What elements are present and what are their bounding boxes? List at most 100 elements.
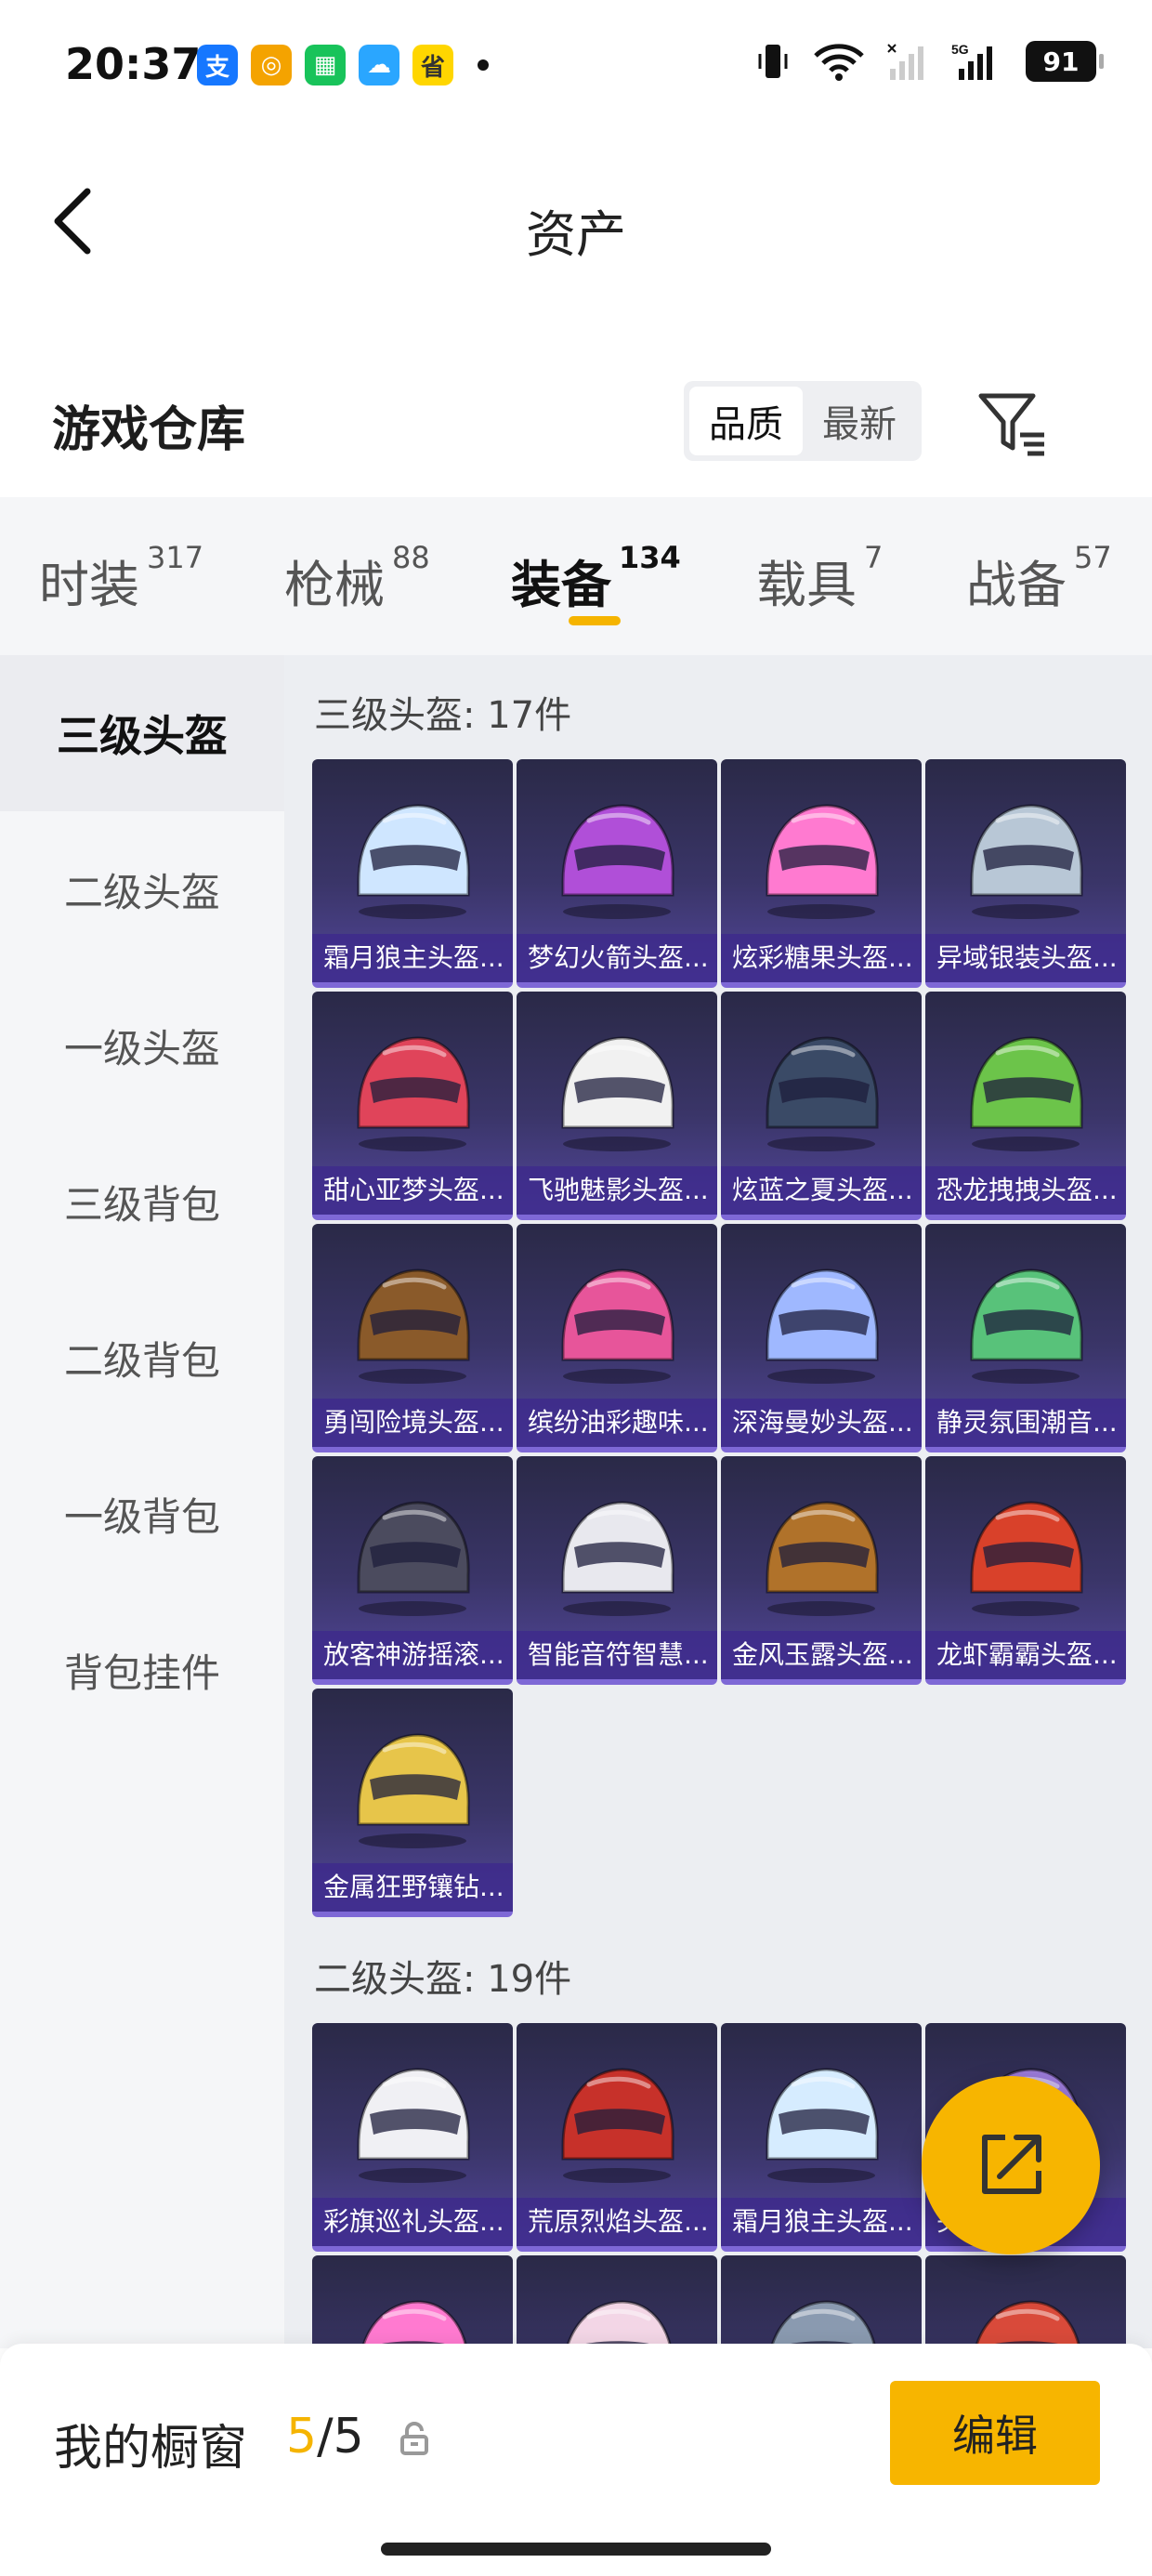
status-bar: 20:37 支 ◎ ▦ ☁ 省 5G 91 — [0, 0, 1152, 139]
item-name: 龙虾霸霸头盔... — [925, 1631, 1126, 1679]
item-card[interactable]: 炫蓝之夏头盔... — [721, 992, 922, 1220]
helmet-icon — [951, 1025, 1100, 1155]
item-card[interactable]: 恐龙拽拽头盔... — [925, 992, 1126, 1220]
item-card[interactable]: 甜心亚梦头盔... — [312, 992, 513, 1220]
item-card[interactable] — [925, 2255, 1126, 2348]
item-card[interactable] — [517, 2255, 717, 2348]
helmet-icon — [747, 1025, 896, 1155]
item-name: 静灵氛围潮音... — [925, 1399, 1126, 1447]
sidebar-item[interactable]: 背包挂件 — [0, 1592, 284, 1748]
item-name: 勇闯险境头盔... — [312, 1399, 513, 1447]
item-card[interactable] — [721, 2255, 922, 2348]
helmet-icon — [747, 1490, 896, 1620]
item-card[interactable]: 霜月狼主头盔... — [312, 759, 513, 988]
item-name: 霜月狼主头盔... — [721, 2198, 922, 2246]
showcase-count: 5/5 — [286, 2409, 364, 2464]
status-app-icons: 支 ◎ ▦ ☁ 省 — [197, 45, 489, 85]
tab-fashion[interactable]: 时装 317 — [39, 540, 203, 617]
item-card[interactable]: 放客神游摇滚... — [312, 1456, 513, 1685]
helmet-icon — [747, 793, 896, 923]
item-card[interactable]: 深海曼妙头盔... — [721, 1224, 922, 1452]
item-name: 缤纷油彩趣味... — [517, 1399, 717, 1447]
helmet-icon — [338, 1722, 487, 1852]
helmet-icon — [338, 793, 487, 923]
tab-gear[interactable]: 战备 57 — [966, 540, 1112, 617]
vibrate-icon — [758, 45, 788, 78]
helmet-icon — [543, 1257, 691, 1387]
tab-vehicles[interactable]: 载具 7 — [756, 540, 883, 617]
sidebar-item[interactable]: 三级头盔 — [0, 655, 284, 811]
lock-icon — [400, 2422, 428, 2455]
grid-app-icon: ▦ — [305, 45, 346, 85]
item-card[interactable]: 彩旗巡礼头盔... — [312, 2023, 513, 2252]
helmet-icon — [338, 1257, 487, 1387]
home-indicator — [381, 2543, 771, 2556]
item-card[interactable] — [312, 2255, 513, 2348]
helmet-icon — [338, 1025, 487, 1155]
item-card[interactable]: 金风玉露头盔... — [721, 1456, 922, 1685]
item-card[interactable]: 金属狂野镶钻... — [312, 1689, 513, 1917]
share-button[interactable] — [922, 2076, 1100, 2254]
item-name: 霜月狼主头盔... — [312, 934, 513, 982]
alipay-icon: 支 — [197, 45, 238, 85]
signal-5g-icon: 5G — [951, 42, 992, 80]
coupon-app-icon: 省 — [412, 45, 453, 85]
music-app-icon: ◎ — [251, 45, 292, 85]
svg-text:5G: 5G — [951, 42, 969, 57]
page-title: 资产 — [526, 205, 626, 264]
sidebar-item[interactable]: 三级背包 — [0, 1124, 284, 1280]
sidebar-item[interactable]: 二级头盔 — [0, 811, 284, 967]
sort-quality[interactable]: 品质 — [689, 387, 803, 455]
filter-icon[interactable] — [975, 387, 1050, 461]
item-card[interactable]: 荒原烈焰头盔... — [517, 2023, 717, 2252]
item-name: 异域银装头盔... — [925, 934, 1126, 982]
item-name: 梦幻火箭头盔... — [517, 934, 717, 982]
item-name: 放客神游摇滚... — [312, 1631, 513, 1679]
item-card[interactable]: 霜月狼主头盔... — [721, 2023, 922, 2252]
wifi-icon — [814, 44, 864, 81]
tab-guns[interactable]: 枪械 88 — [284, 540, 430, 617]
helmet-icon — [747, 2289, 896, 2348]
active-tab-indicator — [569, 616, 621, 625]
more-notifications-dot — [478, 59, 489, 71]
item-card[interactable]: 梦幻火箭头盔... — [517, 759, 717, 988]
item-card[interactable]: 炫彩糖果头盔... — [721, 759, 922, 988]
sidebar-item[interactable]: 二级背包 — [0, 1280, 284, 1436]
helmet-icon — [543, 1025, 691, 1155]
edit-button[interactable]: 编辑 — [890, 2381, 1100, 2485]
item-name: 炫蓝之夏头盔... — [721, 1166, 922, 1215]
status-time: 20:37 — [65, 39, 202, 89]
sidebar-item[interactable]: 一级头盔 — [0, 967, 284, 1124]
item-card[interactable]: 勇闯险境头盔... — [312, 1224, 513, 1452]
helmet-icon — [747, 1257, 896, 1387]
item-card[interactable]: 缤纷油彩趣味... — [517, 1224, 717, 1452]
helmet-icon — [338, 2057, 487, 2187]
helmet-icon — [951, 1257, 1100, 1387]
helmet-icon — [951, 1490, 1100, 1620]
item-name: 炫彩糖果头盔... — [721, 934, 922, 982]
item-name: 彩旗巡礼头盔... — [312, 2198, 513, 2246]
item-card[interactable]: 智能音符智慧... — [517, 1456, 717, 1685]
sort-toggle: 品质 最新 — [684, 381, 922, 461]
item-card[interactable]: 异域银装头盔... — [925, 759, 1126, 988]
item-name: 恐龙拽拽头盔... — [925, 1166, 1126, 1215]
item-name: 深海曼妙头盔... — [721, 1399, 922, 1447]
item-card[interactable]: 静灵氛围潮音... — [925, 1224, 1126, 1452]
status-right: 5G 91 — [754, 41, 1104, 82]
helmet-icon — [338, 2289, 487, 2348]
sidebar-item[interactable]: 一级背包 — [0, 1436, 284, 1592]
sort-newest[interactable]: 最新 — [803, 387, 916, 455]
battery-indicator: 91 — [1026, 41, 1104, 82]
item-name: 金属狂野镶钻... — [312, 1863, 513, 1912]
item-card[interactable]: 飞驰魅影头盔... — [517, 992, 717, 1220]
signal-off-icon — [887, 44, 923, 80]
helmet-icon — [543, 1490, 691, 1620]
section-title: 三级头盔: 17件 — [314, 694, 572, 737]
helmet-icon — [747, 2057, 896, 2187]
showcase-label: 我的橱窗 — [54, 2421, 248, 2477]
nav-bar: 资产 — [0, 139, 1152, 307]
helmet-icon — [543, 793, 691, 923]
sidebar: 三级头盔 二级头盔 一级头盔 三级背包 二级背包 一级背包 背包挂件 — [0, 655, 284, 2348]
tab-equipment[interactable]: 装备 134 — [511, 540, 681, 617]
item-card[interactable]: 龙虾霸霸头盔... — [925, 1456, 1126, 1685]
